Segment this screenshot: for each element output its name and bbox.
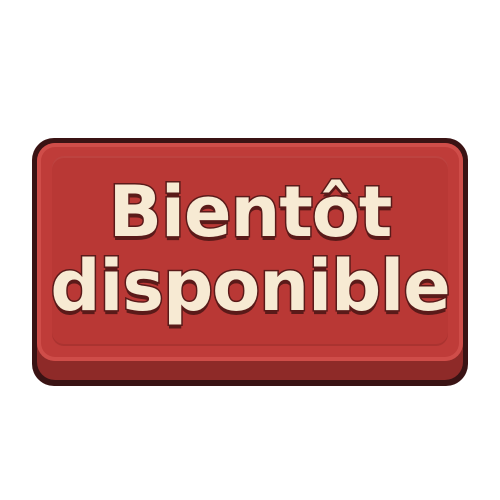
badge-label-line-1: Bientôt [107, 171, 394, 253]
badge-label: Bientôt disponible [37, 143, 463, 361]
badge-label-line-2: disponible [49, 245, 452, 327]
stage: Bientôt disponible [0, 0, 500, 500]
